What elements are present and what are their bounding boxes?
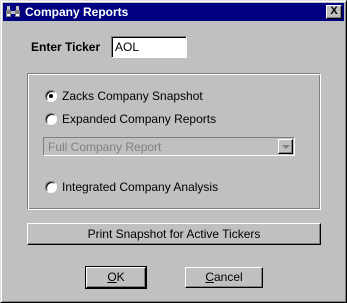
close-button[interactable]: X [326,5,342,19]
title-bar[interactable]: Company Reports X [3,3,344,21]
dropdown-button[interactable] [278,139,293,154]
enter-ticker-label: Enter Ticker [31,40,101,54]
binoculars-icon [6,6,20,17]
ok-accel: O [107,270,117,284]
radio-label-zacks-snapshot[interactable]: Zacks Company Snapshot [62,89,203,103]
print-snapshot-button[interactable]: Print Snapshot for Active Tickers [27,223,321,245]
radio-integrated-analysis[interactable] [45,181,57,193]
cancel-button[interactable]: Cancel [185,267,263,288]
report-type-select[interactable]: Full Company Report [43,137,295,156]
chevron-down-icon [282,145,290,149]
ticker-input[interactable] [111,36,187,58]
window-title: Company Reports [25,5,129,19]
radio-label-integrated-analysis[interactable]: Integrated Company Analysis [62,180,218,194]
radio-zacks-snapshot[interactable] [45,90,57,102]
cancel-rest: ancel [213,270,243,284]
ok-rest: K [116,270,125,284]
ok-button[interactable]: OK [85,266,147,289]
report-type-select-value: Full Company Report [48,140,162,154]
radio-expanded-reports[interactable] [45,113,57,125]
radio-label-expanded-reports[interactable]: Expanded Company Reports [62,112,216,126]
company-reports-dialog: Company Reports X Enter Ticker Zacks Com… [0,0,347,303]
cancel-accel: C [205,270,214,284]
